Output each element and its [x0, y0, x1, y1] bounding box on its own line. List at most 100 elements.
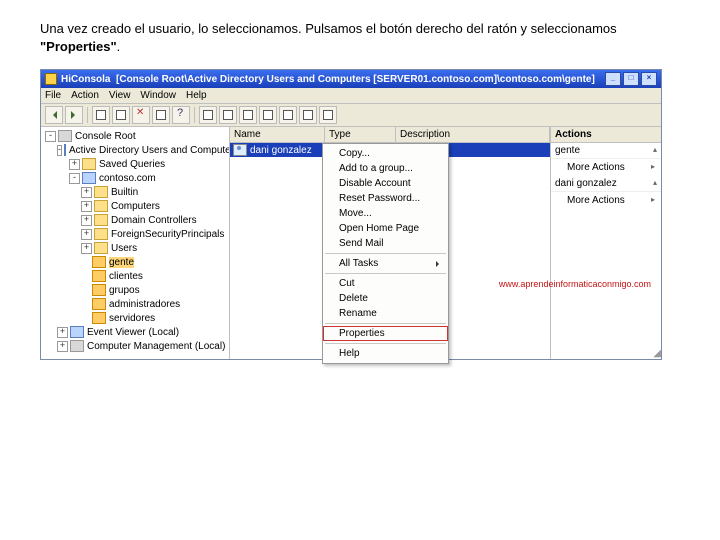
watermark: www.aprendeinformaticaconmigo.com — [499, 279, 651, 289]
expand-toggle[interactable]: - — [45, 131, 56, 142]
list-header[interactable]: Name Type Description — [230, 127, 550, 143]
menu-item-copy[interactable]: Copy... — [323, 146, 448, 161]
up-button[interactable] — [92, 106, 110, 124]
tree-label[interactable]: Domain Controllers — [111, 215, 197, 226]
tree-node[interactable]: + Builtin — [41, 185, 229, 199]
menu-item-help[interactable]: Help — [323, 346, 448, 361]
menu-item-reset-password[interactable]: Reset Password... — [323, 191, 448, 206]
tree-node[interactable]: + Computer Management (Local) — [41, 339, 229, 353]
menu-item-disable-account[interactable]: Disable Account — [323, 176, 448, 191]
tree-label[interactable]: contoso.com — [99, 173, 156, 184]
tool-button[interactable] — [219, 106, 237, 124]
tree-node[interactable]: gente — [41, 255, 229, 269]
more-actions-link[interactable]: More Actions▸ — [551, 159, 661, 176]
menu-item-open-home-page[interactable]: Open Home Page — [323, 221, 448, 236]
tree-label[interactable]: Builtin — [111, 187, 138, 198]
tree-label[interactable]: ForeignSecurityPrincipals — [111, 229, 224, 240]
tree-node[interactable]: + ForeignSecurityPrincipals — [41, 227, 229, 241]
tree-label[interactable]: clientes — [109, 271, 143, 282]
expand-toggle[interactable] — [81, 258, 90, 267]
list-pane[interactable]: Name Type Description dani gonzalez User… — [230, 127, 550, 359]
forward-button[interactable] — [65, 106, 83, 124]
menu-view[interactable]: View — [109, 90, 131, 101]
tree-label[interactable]: gente — [109, 257, 134, 268]
resize-grip[interactable]: ◢ — [653, 348, 661, 359]
show-hide-button[interactable] — [112, 106, 130, 124]
tree-node[interactable]: + Users — [41, 241, 229, 255]
tree-node[interactable]: grupos — [41, 283, 229, 297]
tree-label[interactable]: Saved Queries — [99, 159, 165, 170]
window-title: HiConsola [Console Root\Active Directory… — [61, 74, 601, 85]
tree-label[interactable]: Users — [111, 243, 137, 254]
close-button[interactable]: × — [641, 72, 657, 86]
menu-item-send-mail[interactable]: Send Mail — [323, 236, 448, 251]
menu-file[interactable]: File — [45, 90, 61, 101]
tree-node[interactable]: - contoso.com — [41, 171, 229, 185]
expand-toggle[interactable]: - — [69, 173, 80, 184]
titlebar[interactable]: HiConsola [Console Root\Active Directory… — [41, 70, 661, 88]
menu-action[interactable]: Action — [71, 90, 99, 101]
tree-label[interactable]: Active Directory Users and Computers [SE… — [69, 145, 230, 156]
tree-label[interactable]: administradores — [109, 299, 180, 310]
menu-item-properties[interactable]: Properties — [323, 326, 448, 341]
expand-toggle[interactable]: + — [69, 159, 80, 170]
menu-help[interactable]: Help — [186, 90, 207, 101]
minimize-button[interactable]: _ — [605, 72, 621, 86]
expand-toggle[interactable]: + — [57, 327, 68, 338]
tool-button[interactable] — [279, 106, 297, 124]
menu-item-move[interactable]: Move... — [323, 206, 448, 221]
tree-node[interactable]: servidores — [41, 311, 229, 325]
tool-button[interactable] — [199, 106, 217, 124]
tool-button[interactable] — [259, 106, 277, 124]
menubar[interactable]: File Action View Window Help — [41, 88, 661, 104]
expand-toggle[interactable] — [81, 314, 90, 323]
col-desc[interactable]: Description — [396, 127, 550, 142]
menu-item-delete[interactable]: Delete — [323, 291, 448, 306]
properties-button[interactable] — [152, 106, 170, 124]
tree-label[interactable]: Computers — [111, 201, 160, 212]
tree-pane[interactable]: -Console Root-Active Directory Users and… — [41, 127, 230, 359]
expand-toggle[interactable] — [81, 286, 90, 295]
instruction-text: Una vez creado el usuario, lo selecciona… — [40, 20, 680, 55]
more-actions-link[interactable]: More Actions▸ — [551, 192, 661, 209]
menu-item-add-to-a-group[interactable]: Add to a group... — [323, 161, 448, 176]
expand-toggle[interactable]: - — [57, 145, 62, 156]
tool-button[interactable] — [299, 106, 317, 124]
expand-toggle[interactable]: + — [81, 215, 92, 226]
menu-window[interactable]: Window — [140, 90, 176, 101]
col-type[interactable]: Type — [325, 127, 396, 142]
tree-node[interactable]: administradores — [41, 297, 229, 311]
tree-node[interactable]: + Domain Controllers — [41, 213, 229, 227]
tree-node[interactable]: + Event Viewer (Local) — [41, 325, 229, 339]
menu-item-all-tasks[interactable]: All Tasks — [323, 256, 448, 271]
tree-label[interactable]: servidores — [109, 313, 155, 324]
expand-toggle[interactable] — [81, 272, 90, 281]
menu-item-rename[interactable]: Rename — [323, 306, 448, 321]
tree-label[interactable]: Computer Management (Local) — [87, 341, 225, 352]
context-menu[interactable]: Copy...Add to a group...Disable AccountR… — [322, 143, 449, 364]
back-button[interactable] — [45, 106, 63, 124]
maximize-button[interactable]: □ — [623, 72, 639, 86]
tool-button[interactable] — [239, 106, 257, 124]
tree-node[interactable]: + Computers — [41, 199, 229, 213]
tree-node[interactable]: clientes — [41, 269, 229, 283]
folder-icon — [94, 242, 108, 254]
expand-toggle[interactable]: + — [81, 187, 92, 198]
toolbar[interactable] — [41, 104, 661, 127]
expand-toggle[interactable]: + — [57, 341, 68, 352]
tree-node[interactable]: - Console Root — [41, 129, 229, 143]
tool-button[interactable] — [319, 106, 337, 124]
tree-label[interactable]: Event Viewer (Local) — [87, 327, 179, 338]
tree-label[interactable]: grupos — [109, 285, 140, 296]
help-button[interactable] — [172, 106, 190, 124]
tree-node[interactable]: + Saved Queries — [41, 157, 229, 171]
expand-toggle[interactable] — [81, 300, 90, 309]
expand-toggle[interactable]: + — [81, 229, 92, 240]
delete-button[interactable] — [132, 106, 150, 124]
expand-toggle[interactable]: + — [81, 201, 92, 212]
tree-node[interactable]: -Active Directory Users and Computers [S… — [41, 143, 229, 157]
expand-toggle[interactable]: + — [81, 243, 92, 254]
menu-item-cut[interactable]: Cut — [323, 276, 448, 291]
tree-label[interactable]: Console Root — [75, 131, 136, 142]
col-name[interactable]: Name — [230, 127, 325, 142]
